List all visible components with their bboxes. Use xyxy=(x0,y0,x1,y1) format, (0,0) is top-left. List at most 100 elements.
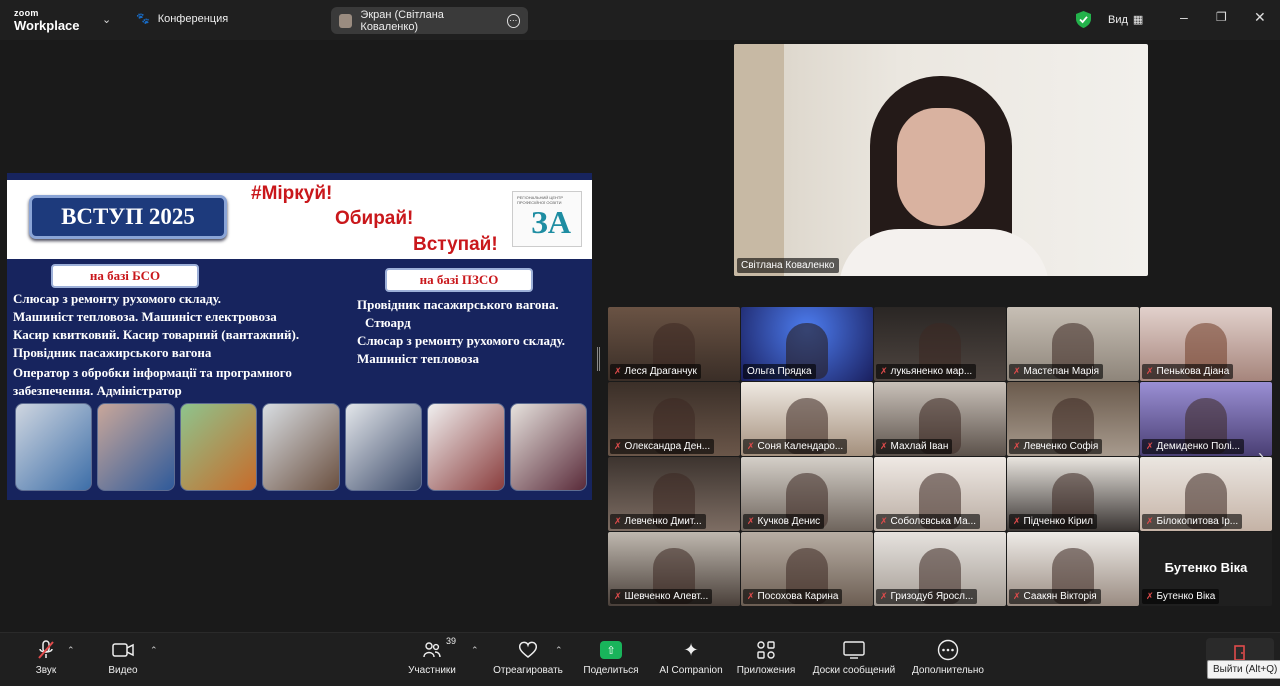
participant-name: Демиденко Полі... xyxy=(1156,441,1241,452)
participant-tile[interactable]: ✗ Саакян Вікторія xyxy=(1007,532,1139,606)
close-icon[interactable]: ✕ xyxy=(1254,9,1266,26)
participant-tile[interactable]: ✗ Білокопитова Ір... xyxy=(1140,457,1272,531)
participant-name: Левченко Дмит... xyxy=(624,516,702,527)
left-line: Оператор з обробки інформації та програм… xyxy=(13,365,292,380)
panel-resize-handle[interactable] xyxy=(597,347,600,371)
participant-tile[interactable]: ✗ Демиденко Полі... xyxy=(1140,382,1272,456)
more-button[interactable]: Дополнительно xyxy=(909,639,987,676)
share-icon-wrap: ⇧ xyxy=(581,639,641,661)
slide-title: ВСТУП 2025 xyxy=(29,195,227,239)
chevron-up-icon[interactable]: ⌃ xyxy=(471,645,479,656)
participant-tile[interactable]: Ольга Прядка xyxy=(741,307,873,381)
active-speaker-video[interactable]: Світлана Коваленко xyxy=(734,44,1148,276)
whiteboards-button[interactable]: Доски сообщений xyxy=(809,639,899,676)
participant-tile[interactable]: ✗ Шевченко Алевт... xyxy=(608,532,740,606)
participant-tile[interactable]: ✗ Леся Драганчук xyxy=(608,307,740,381)
speaker-name-label: Світлана Коваленко xyxy=(737,258,839,273)
mic-muted-icon: ✗ xyxy=(1013,441,1021,451)
ai-companion-button[interactable]: ✦ AI Companion xyxy=(655,639,727,677)
audio-button[interactable]: Звук xyxy=(30,639,62,676)
participant-name: Кучков Денис xyxy=(757,516,821,527)
logo-bottom: Workplace xyxy=(14,18,80,33)
participant-gallery: ✗ Леся Драганчук Ольга Прядка ✗ лукьяненко… xyxy=(608,307,1275,608)
left-line: Слюсар з ремонту рухомого складу. xyxy=(13,291,222,306)
meeting-info-button[interactable]: 🐾 Конференция xyxy=(136,12,229,26)
speaker-body xyxy=(839,229,1049,276)
participant-label: ✗ Гризодуб Яросл... xyxy=(876,589,978,604)
mic-muted-icon: ✗ xyxy=(1146,366,1154,376)
participant-tile[interactable]: ✗ Махлай Іван xyxy=(874,382,1006,456)
mic-muted-icon: ✗ xyxy=(880,516,888,526)
participant-name: Соболєвська Ма... xyxy=(890,516,977,527)
chevron-up-icon[interactable]: ⌃ xyxy=(150,645,158,656)
participant-name: Саакян Вікторія xyxy=(1023,591,1097,602)
participant-tile[interactable]: ✗ Соня Календаро... xyxy=(741,382,873,456)
slogan-1: #Міркуй! xyxy=(251,183,333,204)
meeting-toolbar: Звук ⌃ Видео ⌃ 39 Участники ⌃ Отреагиров… xyxy=(0,632,1280,686)
participant-tile[interactable]: ✗ Кучков Денис xyxy=(741,457,873,531)
right-line: Машиніст тепловоза xyxy=(357,351,480,366)
participant-label: ✗ Соболєвська Ма... xyxy=(876,514,981,529)
participant-tile[interactable]: ✗ Гризодуб Яросл... xyxy=(874,532,1006,606)
mic-muted-icon: ✗ xyxy=(747,591,755,601)
participants-button[interactable]: 39 Участники xyxy=(403,636,461,676)
slide-photo xyxy=(262,403,340,491)
chevron-down-icon[interactable]: ⌄ xyxy=(102,13,111,26)
video-button[interactable]: Видео xyxy=(103,639,143,676)
share-label: Поделиться xyxy=(583,665,639,676)
restore-icon[interactable]: ❐ xyxy=(1216,10,1227,24)
left-line: Провідник пасажирського вагона xyxy=(13,345,212,360)
minimize-icon[interactable]: – xyxy=(1180,9,1188,25)
participant-tile[interactable]: ✗ Левченко Дмит... xyxy=(608,457,740,531)
participant-label: Ольга Прядка xyxy=(743,364,816,379)
screen-share-label: Экран (Світлана Коваленко) xyxy=(360,8,444,33)
participant-label: ✗ Посохова Карина xyxy=(743,589,843,604)
ai-companion-label: AI Companion xyxy=(659,665,723,676)
participant-name: Пенькова Діана xyxy=(1156,366,1230,377)
left-line: Машиніст тепловоза. Машиніст електровоза xyxy=(13,309,277,324)
slide-photo xyxy=(344,403,423,491)
view-button[interactable]: Вид ▦ xyxy=(1108,13,1144,27)
mic-muted-icon: ✗ xyxy=(1013,366,1021,376)
zoom-logo[interactable]: zoom Workplace xyxy=(14,9,80,33)
participant-label: ✗ Пенькова Діана xyxy=(1142,364,1234,379)
participant-tile[interactable]: ✗ лукьяненко мар... xyxy=(874,307,1006,381)
sparkle-icon: ✦ xyxy=(683,639,699,660)
participants-count: 39 xyxy=(446,636,457,646)
apps-button[interactable]: Приложения xyxy=(733,639,799,676)
participant-tile-no-video[interactable]: Бутенко Віка ✗ Бутенко Віка xyxy=(1140,532,1272,606)
react-button[interactable]: Отреагировать xyxy=(492,639,564,676)
slide-photo xyxy=(97,403,175,491)
share-button[interactable]: ⇧ Поделиться xyxy=(581,639,641,676)
participant-tile[interactable]: ✗ Левченко Софія xyxy=(1007,382,1139,456)
participant-tile[interactable]: ✗ Підченко Кірил xyxy=(1007,457,1139,531)
participant-name: Олександра Ден... xyxy=(624,441,711,452)
chevron-right-icon[interactable]: › xyxy=(1258,446,1264,467)
meeting-label: Конференция xyxy=(157,12,229,25)
grid-view-icon: ▦ xyxy=(1132,14,1144,26)
screen-share-pill[interactable]: Экран (Світлана Коваленко) ⋯ xyxy=(331,7,528,34)
participant-tile[interactable]: ✗ Соболєвська Ма... xyxy=(874,457,1006,531)
speaker-face xyxy=(897,108,985,226)
chevron-up-icon[interactable]: ⌃ xyxy=(555,645,563,656)
photo-strip xyxy=(15,403,587,491)
shared-screen-slide[interactable]: ВСТУП 2025 #Міркуй! Обирай! Вступай! РЕГ… xyxy=(7,173,592,500)
more-options-icon[interactable]: ⋯ xyxy=(506,13,520,28)
participant-name: Соня Календаро... xyxy=(757,441,844,452)
participant-tile[interactable]: ✗ Олександра Ден... xyxy=(608,382,740,456)
video-label: Видео xyxy=(108,665,138,676)
participant-tile[interactable]: ✗ Посохова Карина xyxy=(741,532,873,606)
chevron-up-icon[interactable]: ⌃ xyxy=(67,645,75,656)
leave-tooltip: Выйти (Alt+Q) xyxy=(1207,660,1280,679)
participant-tile[interactable]: ✗ Мастепан Марія xyxy=(1007,307,1139,381)
left-line: забезпечення. Адміністратор xyxy=(13,383,182,398)
participant-name: Білокопитова Ір... xyxy=(1156,516,1239,527)
mic-muted-icon: ✗ xyxy=(1146,441,1154,451)
more-dots-icon xyxy=(909,639,987,661)
participant-tile[interactable]: ✗ Пенькова Діана xyxy=(1140,307,1272,381)
participant-label: ✗ Підченко Кірил xyxy=(1009,514,1097,529)
slide-photo xyxy=(509,403,587,491)
mic-muted-icon: ✗ xyxy=(1013,516,1021,526)
mic-muted-icon: ✗ xyxy=(880,366,888,376)
shield-check-icon[interactable] xyxy=(1076,11,1091,28)
